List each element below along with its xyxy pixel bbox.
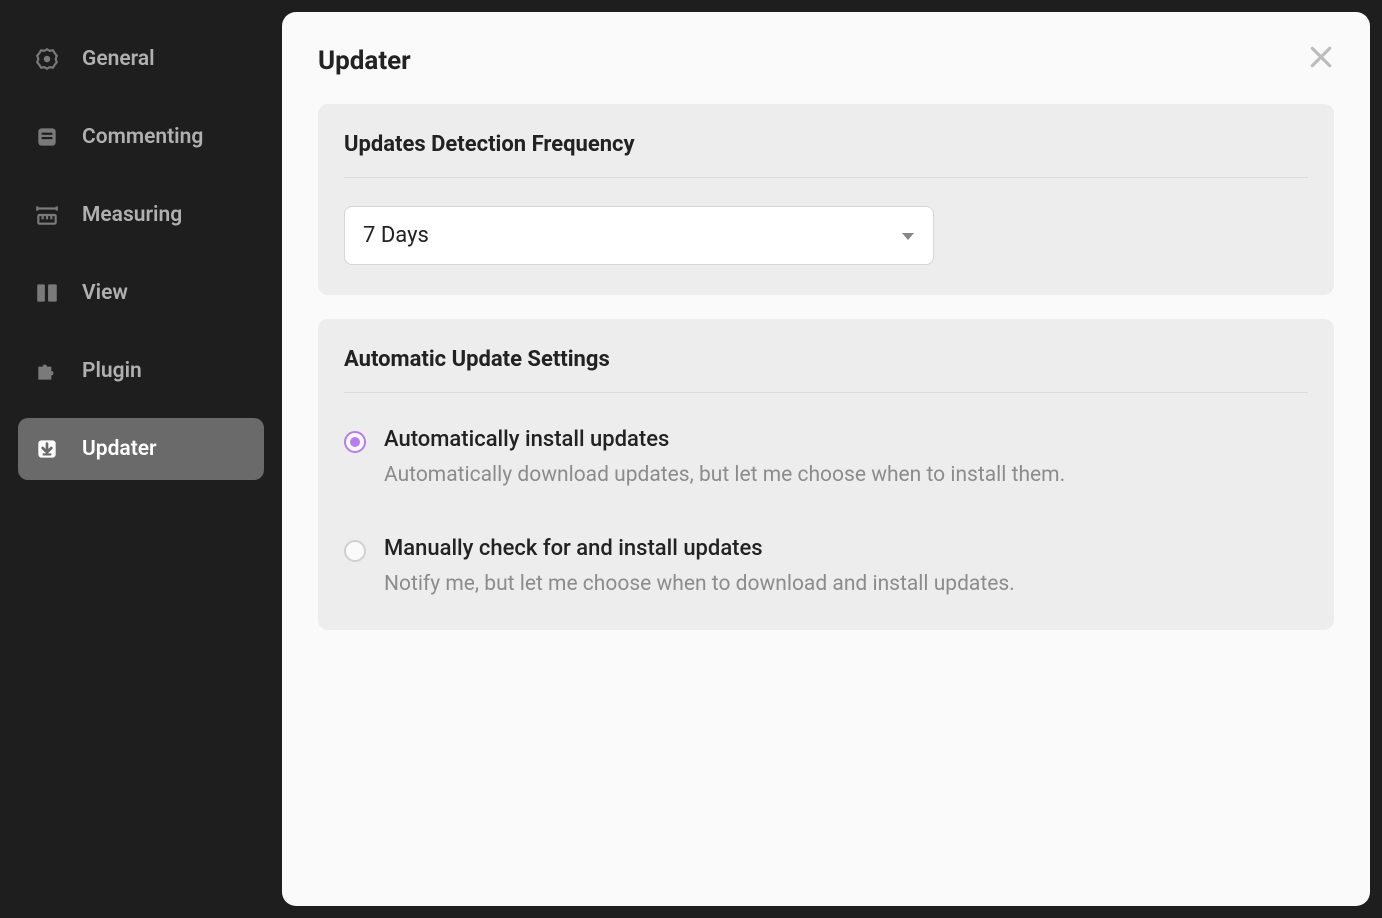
sidebar-item-label: Measuring (82, 203, 182, 227)
radio-manual-install[interactable]: Manually check for and install updates N… (344, 536, 1308, 601)
auto-update-header: Automatic Update Settings (344, 347, 1308, 393)
close-button[interactable] (1306, 42, 1336, 72)
sidebar: General Commenting Measuring (0, 0, 282, 918)
radio-label: Automatically install updates (384, 427, 1065, 452)
panels-icon (34, 280, 60, 306)
sidebar-item-label: Updater (82, 437, 157, 461)
sidebar-item-label: Plugin (82, 359, 142, 383)
sidebar-item-label: View (82, 281, 128, 305)
chevron-down-icon (901, 223, 915, 248)
frequency-panel: Updates Detection Frequency 7 Days (318, 104, 1334, 295)
ruler-icon (34, 202, 60, 228)
puzzle-icon (34, 358, 60, 384)
page-title: Updater (318, 46, 1334, 76)
frequency-select[interactable]: 7 Days (344, 206, 934, 265)
auto-update-panel: Automatic Update Settings Automatically … (318, 319, 1334, 630)
auto-update-radio-group: Automatically install updates Automatica… (344, 421, 1308, 600)
radio-indicator (344, 431, 366, 453)
download-icon (34, 436, 60, 462)
sidebar-item-label: General (82, 47, 155, 71)
radio-description: Notify me, but let me choose when to dow… (384, 569, 1015, 601)
sidebar-item-plugin[interactable]: Plugin (18, 340, 264, 402)
sidebar-item-measuring[interactable]: Measuring (18, 184, 264, 246)
frequency-header: Updates Detection Frequency (344, 132, 1308, 178)
radio-indicator (344, 540, 366, 562)
sidebar-item-label: Commenting (82, 125, 203, 149)
sidebar-item-commenting[interactable]: Commenting (18, 106, 264, 168)
main-panel: Updater Updates Detection Frequency 7 Da… (282, 12, 1370, 906)
radio-description: Automatically download updates, but let … (384, 460, 1065, 492)
radio-label: Manually check for and install updates (384, 536, 1015, 561)
note-icon (34, 124, 60, 150)
frequency-selected-value: 7 Days (363, 223, 429, 248)
sidebar-item-general[interactable]: General (18, 28, 264, 90)
radio-auto-install[interactable]: Automatically install updates Automatica… (344, 427, 1308, 492)
sidebar-item-updater[interactable]: Updater (18, 418, 264, 480)
sidebar-item-view[interactable]: View (18, 262, 264, 324)
gear-icon (34, 46, 60, 72)
